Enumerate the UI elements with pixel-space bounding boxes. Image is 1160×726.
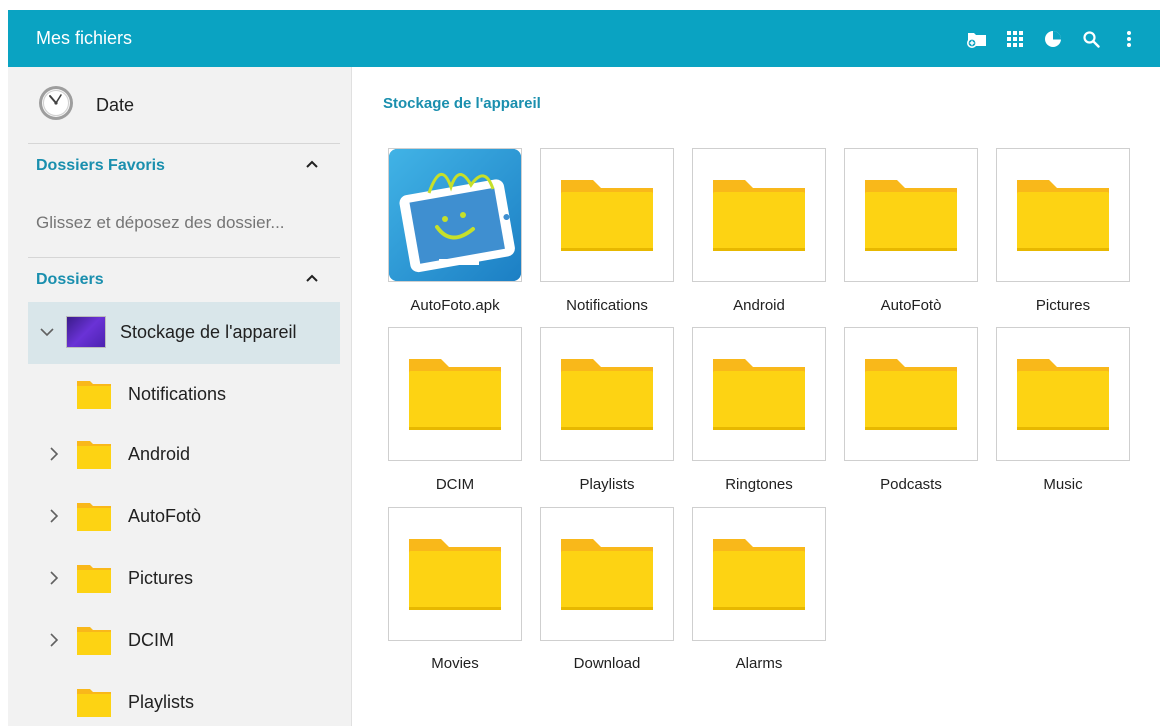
chevron-up-icon[interactable] bbox=[302, 269, 322, 289]
chevron-right-icon[interactable] bbox=[46, 631, 62, 649]
folder-icon bbox=[409, 359, 501, 430]
folder-icon bbox=[1017, 180, 1109, 251]
apk-app-icon bbox=[389, 149, 521, 281]
sidebar: Date Dossiers Favoris Glissez et déposez… bbox=[8, 67, 352, 726]
folder-icon bbox=[713, 539, 805, 610]
folder-tile-dcim[interactable] bbox=[388, 327, 522, 461]
chevron-down-icon[interactable] bbox=[38, 323, 56, 341]
chevron-right-icon[interactable] bbox=[46, 507, 62, 525]
file-label: Podcasts bbox=[880, 476, 942, 493]
divider bbox=[28, 143, 340, 144]
device-storage-label: Stockage de l'appareil bbox=[120, 322, 297, 342]
sidebar-item-autofoto[interactable]: AutoFotò bbox=[8, 487, 351, 547]
top-strip bbox=[0, 0, 1160, 10]
favorites-title: Dossiers Favoris bbox=[36, 157, 165, 174]
app-title: Mes fichiers bbox=[36, 28, 133, 48]
app-bar: Mes fichiers bbox=[8, 10, 1160, 67]
folder-icon bbox=[77, 503, 111, 531]
folder-tile-ringtones[interactable] bbox=[692, 327, 826, 461]
folder-icon bbox=[561, 359, 653, 430]
more-options-icon[interactable] bbox=[1110, 10, 1148, 67]
folder-icon bbox=[561, 180, 653, 251]
folders-title: Dossiers bbox=[36, 271, 104, 288]
folder-icon bbox=[865, 359, 957, 430]
grid-view-icon[interactable] bbox=[996, 10, 1034, 67]
folder-tile-notifications[interactable] bbox=[540, 148, 674, 282]
sidebar-item-playlists[interactable]: Playlists bbox=[8, 673, 351, 726]
app-bar-actions bbox=[958, 10, 1148, 67]
file-label: Download bbox=[573, 655, 641, 672]
folder-tile-android[interactable] bbox=[692, 148, 826, 282]
device-storage-thumbnail bbox=[66, 316, 106, 348]
folder-icon bbox=[77, 627, 111, 655]
folder-icon bbox=[77, 689, 111, 717]
favorites-hint: Glissez et déposez des dossier... bbox=[36, 213, 285, 232]
folder-tile-download[interactable] bbox=[540, 507, 674, 641]
file-label: AutoFoto.apk bbox=[410, 297, 500, 314]
sidebar-item-dcim[interactable]: DCIM bbox=[8, 611, 351, 671]
sidebar-item-pictures[interactable]: Pictures bbox=[8, 549, 351, 609]
folder-tile-alarms[interactable] bbox=[692, 507, 826, 641]
file-label: AutoFotò bbox=[880, 297, 942, 314]
file-label: Alarms bbox=[735, 655, 783, 672]
favorites-section-header[interactable]: Dossiers Favoris bbox=[8, 147, 351, 187]
tree-item-label: DCIM bbox=[128, 630, 174, 650]
folder-tile-podcasts[interactable] bbox=[844, 327, 978, 461]
folder-icon bbox=[77, 565, 111, 593]
tree-item-label: AutoFotò bbox=[128, 506, 202, 526]
tree-item-label: Android bbox=[128, 444, 191, 464]
file-tile-autofoto-apk[interactable] bbox=[388, 148, 522, 282]
folder-tile-movies[interactable] bbox=[388, 507, 522, 641]
folder-icon bbox=[1017, 359, 1109, 430]
folder-icon bbox=[713, 359, 805, 430]
folder-icon bbox=[77, 381, 111, 409]
folders-section-header[interactable]: Dossiers bbox=[8, 261, 351, 301]
folder-icon bbox=[865, 180, 957, 251]
date-label: Date bbox=[96, 95, 135, 115]
file-label: Playlists bbox=[579, 476, 635, 493]
folder-tile-playlists[interactable] bbox=[540, 327, 674, 461]
file-label: Ringtones bbox=[725, 476, 793, 493]
folder-icon bbox=[713, 180, 805, 251]
main-content: Stockage de l'appareil AutoFoto.apk Noti… bbox=[353, 67, 1160, 726]
sidebar-item-date[interactable]: Date bbox=[8, 77, 351, 133]
clock-icon bbox=[39, 86, 73, 120]
chevron-up-icon[interactable] bbox=[302, 155, 322, 175]
search-icon[interactable] bbox=[1072, 10, 1110, 67]
folder-icon bbox=[561, 539, 653, 610]
breadcrumb: Stockage de l'appareil bbox=[383, 95, 541, 112]
sidebar-item-android[interactable]: Android bbox=[8, 425, 351, 485]
file-label: Music bbox=[1043, 476, 1083, 493]
folder-icon bbox=[77, 441, 111, 469]
file-label: DCIM bbox=[435, 476, 475, 493]
storage-usage-icon[interactable] bbox=[1034, 10, 1072, 67]
sidebar-item-device-storage[interactable]: Stockage de l'appareil bbox=[28, 302, 340, 364]
file-label: Movies bbox=[431, 655, 479, 672]
folder-tile-music[interactable] bbox=[996, 327, 1130, 461]
tree-item-label: Notifications bbox=[128, 384, 227, 404]
folder-tile-autofoto[interactable] bbox=[844, 148, 978, 282]
file-label: Android bbox=[733, 297, 785, 314]
folder-tile-pictures[interactable] bbox=[996, 148, 1130, 282]
divider bbox=[28, 257, 340, 258]
sidebar-item-notifications[interactable]: Notifications bbox=[8, 365, 351, 425]
chevron-right-icon[interactable] bbox=[46, 569, 62, 587]
file-label: Pictures bbox=[1035, 297, 1091, 314]
file-label: Notifications bbox=[566, 297, 648, 314]
tree-item-label: Pictures bbox=[128, 568, 194, 588]
chevron-right-icon[interactable] bbox=[46, 445, 62, 463]
storage-add-icon[interactable] bbox=[958, 10, 996, 67]
folder-icon bbox=[409, 539, 501, 610]
tree-item-label: Playlists bbox=[128, 692, 195, 712]
